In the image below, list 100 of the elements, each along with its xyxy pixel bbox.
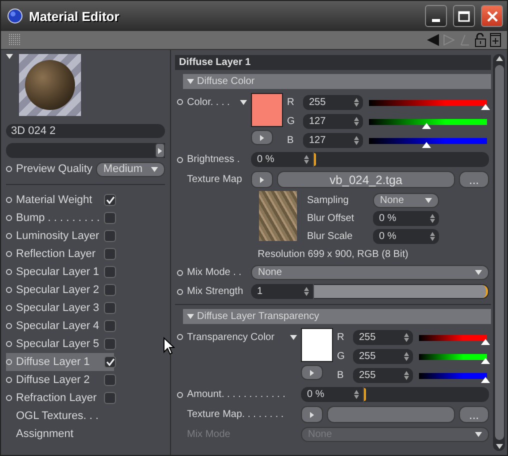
scrollbar[interactable] — [493, 54, 505, 451]
color-swatch[interactable] — [301, 328, 333, 362]
dropdown-value: Medium — [103, 163, 143, 175]
layer-item[interactable]: Diffuse Layer 2 — [6, 371, 114, 389]
layer-checkbox[interactable] — [104, 302, 116, 314]
field-value: 255 — [359, 332, 376, 343]
bullet-icon — [6, 197, 12, 203]
menu-item[interactable]: Assignment — [16, 428, 74, 440]
number-field[interactable]: 0 % — [373, 228, 439, 244]
number-field[interactable]: 127 — [303, 133, 363, 148]
layer-checkbox[interactable] — [104, 320, 116, 332]
grip-icon[interactable] — [9, 34, 21, 46]
section-title: Diffuse Layer Transparency — [197, 311, 320, 322]
field-label: Sampling — [307, 194, 350, 206]
expand-button[interactable] — [301, 406, 323, 423]
color-swatch[interactable] — [251, 93, 283, 127]
expand-button[interactable] — [251, 130, 273, 145]
scroll-thumb[interactable] — [494, 65, 504, 440]
scroll-down-icon[interactable] — [496, 444, 502, 449]
field-label: Blur Scale — [307, 230, 354, 242]
number-field[interactable]: 127 — [303, 114, 363, 129]
number-field[interactable]: 255 — [353, 368, 413, 383]
layer-checkbox[interactable] — [104, 338, 116, 350]
expand-button[interactable] — [301, 365, 323, 380]
number-field[interactable]: 255 — [303, 95, 363, 110]
bullet-icon — [177, 99, 183, 105]
layer-checkbox[interactable] — [104, 194, 116, 206]
layer-item[interactable]: Reflection Layer — [6, 245, 114, 263]
layer-item[interactable]: Bump . . . . . . . . . — [6, 209, 114, 227]
bullet-icon — [6, 377, 12, 383]
checkmark-icon — [106, 196, 114, 204]
bullet-icon — [6, 251, 12, 257]
spinner-icon — [404, 352, 409, 361]
layer-checkbox[interactable] — [104, 356, 116, 368]
field-value: 0 % — [307, 389, 324, 400]
slider-thumb[interactable] — [481, 338, 490, 344]
channel-label: B — [287, 135, 295, 146]
menu-item[interactable]: OGL Textures. . . — [16, 410, 99, 422]
layer-item[interactable]: Refraction Layer — [6, 389, 114, 407]
dropdown-value: None — [380, 194, 404, 206]
app-logo-icon — [7, 8, 23, 24]
browse-button[interactable]: ... — [459, 406, 489, 423]
spinner-icon — [354, 136, 359, 145]
bullet-icon — [6, 395, 12, 401]
dropdown-arrow-icon — [240, 100, 247, 104]
material-name-field[interactable]: 3D 024 2 — [6, 124, 165, 138]
field-label: Transparency Color — [187, 332, 274, 342]
layer-item[interactable]: Specular Layer 3 — [6, 299, 114, 317]
number-field[interactable]: 255 — [353, 330, 413, 345]
layer-item[interactable]: Specular Layer 5 — [6, 335, 114, 353]
sphere-drawing — [25, 60, 75, 110]
slider-thumb[interactable] — [422, 122, 431, 128]
minimize-button[interactable] — [425, 5, 447, 27]
back-arrow-icon[interactable] — [427, 34, 439, 46]
close-button[interactable] — [481, 5, 503, 27]
layer-item[interactable]: Material Weight — [6, 191, 114, 209]
slider-thumb[interactable] — [422, 142, 431, 148]
slider-thumb[interactable] — [481, 358, 490, 364]
layer-checkbox[interactable] — [104, 266, 116, 278]
dropdown[interactable]: Medium — [96, 162, 165, 176]
slider-thumb[interactable] — [481, 376, 490, 382]
add-icon[interactable] — [490, 33, 501, 47]
number-field[interactable]: 0 % — [251, 152, 313, 167]
layer-item[interactable]: Specular Layer 4 — [6, 317, 114, 335]
layer-item[interactable]: Specular Layer 2 — [6, 281, 114, 299]
layer-checkbox[interactable] — [104, 284, 116, 296]
dropdown-value: None — [258, 267, 282, 278]
dropdown-arrow-icon — [475, 270, 482, 275]
layer-item[interactable]: Luminosity Layer — [6, 227, 114, 245]
slider-thumb[interactable] — [481, 104, 490, 110]
number-field[interactable]: 0 % — [301, 387, 363, 402]
play-icon — [260, 134, 264, 140]
number-field[interactable]: 0 % — [373, 210, 439, 226]
dropdown[interactable]: None — [251, 265, 489, 280]
channel-label: G — [287, 116, 296, 127]
layer-checkbox[interactable] — [104, 212, 116, 224]
layer-item[interactable]: Diffuse Layer 1 — [6, 353, 114, 371]
maximize-button[interactable] — [453, 5, 475, 27]
number-field[interactable]: 1 — [251, 284, 313, 299]
layer-checkbox[interactable] — [104, 374, 116, 386]
channel-label: R — [287, 97, 296, 108]
number-field[interactable]: 255 — [353, 349, 413, 364]
field-label: Texture Map. . . . . . . . — [187, 409, 284, 420]
play-icon — [310, 412, 314, 418]
material-field[interactable] — [6, 143, 165, 158]
scroll-up-icon[interactable] — [496, 56, 502, 61]
channel-label: G — [337, 351, 346, 362]
layer-checkbox[interactable] — [104, 230, 116, 242]
browse-button[interactable]: ... — [459, 171, 489, 188]
layer-checkbox[interactable] — [104, 392, 116, 404]
layer-item[interactable]: Specular Layer 1 — [6, 263, 114, 281]
field-value: 0 % — [379, 230, 396, 242]
unlock-icon[interactable] — [475, 33, 486, 47]
spinner-icon — [430, 214, 435, 222]
layer-checkbox[interactable] — [104, 248, 116, 260]
expand-button[interactable] — [251, 171, 273, 188]
dropdown[interactable]: None — [373, 192, 439, 208]
bullet-icon — [6, 215, 12, 221]
expand-button[interactable] — [155, 143, 165, 158]
texture-file-button[interactable]: vb_024_2.tga — [277, 171, 455, 188]
